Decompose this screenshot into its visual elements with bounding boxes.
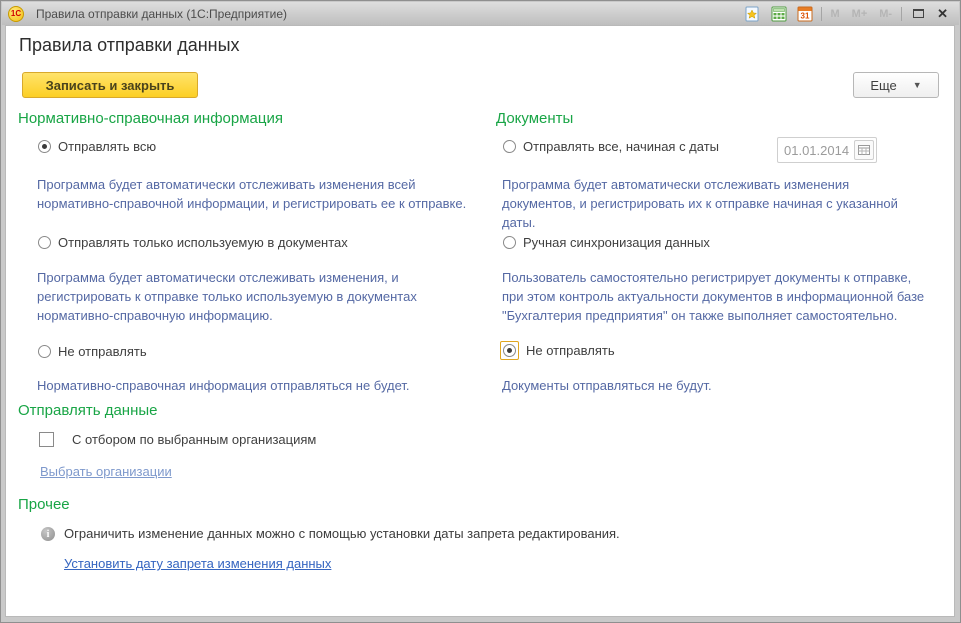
radio-docs-manual-sync[interactable]: Ручная синхронизация данных: [503, 235, 710, 250]
radio-label: Не отправлять: [526, 343, 615, 358]
nsi-send-all-description: Программа будет автоматически отслеживат…: [37, 175, 497, 213]
memory-m-minus-button[interactable]: M-: [876, 8, 895, 20]
radio-docs-send-all-from-date[interactable]: Отправлять все, начиная с даты: [503, 139, 719, 154]
radio-label: Ручная синхронизация данных: [523, 235, 710, 250]
checkbox-icon: [39, 432, 54, 447]
titlebar: 1С Правила отправки данных (1С:Предприят…: [2, 2, 959, 25]
window-title: Правила отправки данных (1С:Предприятие): [36, 7, 743, 21]
radio-button-icon: [38, 236, 51, 249]
memory-m-button[interactable]: M: [828, 8, 843, 20]
info-text: Ограничить изменение данных можно с помо…: [64, 526, 620, 541]
radio-nsi-send-used-only[interactable]: Отправлять только используемую в докумен…: [38, 235, 348, 250]
radio-label: Отправлять все, начиная с даты: [523, 139, 719, 154]
app-window: 1С Правила отправки данных (1С:Предприят…: [0, 0, 961, 623]
calendar-picker-icon[interactable]: [854, 140, 874, 160]
titlebar-controls: 31 M M+ M- ✕: [743, 5, 952, 23]
nsi-do-not-send-description: Нормативно-справочная информация отправл…: [37, 376, 497, 395]
focus-outline: [500, 341, 519, 360]
radio-button-icon: [503, 140, 516, 153]
docs-send-all-description: Программа будет автоматически отслеживат…: [502, 175, 942, 232]
set-restriction-date-link[interactable]: Установить дату запрета изменения данных: [64, 556, 331, 571]
nsi-send-used-description: Программа будет автоматически отслеживат…: [37, 268, 497, 325]
start-date-field-group: [777, 137, 877, 163]
info-icon: i: [41, 527, 55, 541]
calculator-icon[interactable]: [769, 5, 789, 23]
1c-logo-icon: 1С: [8, 6, 24, 22]
maximize-icon: [913, 9, 924, 18]
svg-text:31: 31: [800, 11, 809, 20]
checkbox-label: С отбором по выбранным организациям: [72, 432, 316, 447]
section-header-send-data: Отправлять данные: [18, 402, 157, 419]
close-button[interactable]: ✕: [934, 7, 951, 20]
save-and-close-button[interactable]: Записать и закрыть: [22, 72, 198, 98]
maximize-button[interactable]: [908, 5, 928, 23]
radio-nsi-do-not-send[interactable]: Не отправлять: [38, 344, 147, 359]
radio-button-icon: [503, 236, 516, 249]
radio-button-icon: [38, 140, 51, 153]
radio-button-icon: [38, 345, 51, 358]
docs-manual-sync-description: Пользователь самостоятельно регистрирует…: [502, 268, 961, 325]
more-button[interactable]: Еще ▼: [853, 72, 939, 98]
docs-do-not-send-description: Документы отправляться не будут.: [502, 376, 961, 395]
titlebar-separator: [821, 7, 822, 21]
section-header-nsi: Нормативно-справочная информация: [18, 110, 283, 127]
titlebar-separator-2: [901, 7, 902, 21]
more-button-label: Еще: [870, 78, 896, 93]
calendar-icon[interactable]: 31: [795, 5, 815, 23]
radio-button-icon: [503, 344, 516, 357]
start-date-input[interactable]: [778, 142, 854, 159]
checkbox-filter-by-orgs[interactable]: С отбором по выбранным организациям: [39, 432, 316, 447]
memory-m-plus-button[interactable]: M+: [849, 8, 871, 20]
radio-docs-do-not-send[interactable]: Не отправлять: [500, 341, 615, 360]
page-title: Правила отправки данных: [19, 35, 240, 56]
radio-label: Не отправлять: [58, 344, 147, 359]
info-row: i Ограничить изменение данных можно с по…: [41, 526, 881, 541]
radio-nsi-send-all[interactable]: Отправлять всю: [38, 139, 156, 154]
section-header-documents: Документы: [496, 110, 573, 127]
favorites-icon[interactable]: [743, 5, 763, 23]
radio-label: Отправлять только используемую в докумен…: [58, 235, 348, 250]
radio-label: Отправлять всю: [58, 139, 156, 154]
section-header-other: Прочее: [18, 496, 70, 513]
chevron-down-icon: ▼: [913, 80, 922, 90]
select-organizations-link[interactable]: Выбрать организации: [40, 464, 172, 479]
